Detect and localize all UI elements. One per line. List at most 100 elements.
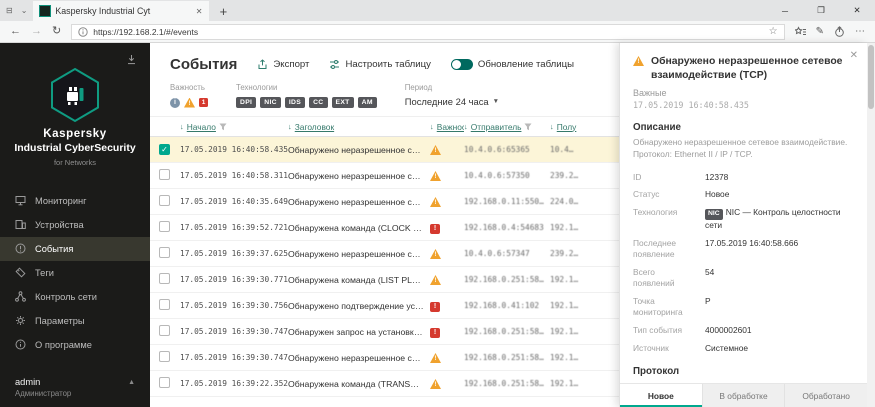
sidebar-item-события[interactable]: События bbox=[0, 236, 150, 261]
toggle-switch-icon[interactable] bbox=[450, 59, 473, 70]
warning-severity-icon[interactable]: ! bbox=[184, 97, 195, 108]
table-row[interactable]: 17.05.2019 16:39:37.625 Обнаружено неразр… bbox=[150, 241, 619, 267]
brand-block: Kaspersky Industrial CyberSecurity for N… bbox=[0, 127, 150, 167]
sidebar-item-о-программе[interactable]: О программе bbox=[0, 333, 150, 357]
event-title: Обнаружено неразрешенное сетевое взаимод… bbox=[651, 56, 843, 81]
event-receiver: 192.1… bbox=[550, 353, 579, 362]
minimize-button[interactable]: ─ bbox=[767, 0, 803, 21]
table-row[interactable]: ✓ 17.05.2019 16:40:58.435 Обнаружено нераз… bbox=[150, 137, 619, 163]
row-checkbox[interactable] bbox=[159, 221, 170, 232]
tab-preview-chevron-icon[interactable]: ⌄ bbox=[21, 6, 28, 15]
user-block[interactable]: admin ▲ Администратор bbox=[0, 370, 150, 407]
row-checkbox[interactable] bbox=[159, 247, 170, 258]
event-severity-text: Важные bbox=[633, 88, 667, 99]
sidebar-item-теги[interactable]: Теги bbox=[0, 261, 150, 285]
sidebar-item-контроль-сети[interactable]: Контроль сети bbox=[0, 285, 150, 309]
importance-filter[interactable]: i ! 1 bbox=[170, 96, 208, 109]
auto-refresh-toggle[interactable]: Обновление таблицы bbox=[450, 59, 575, 70]
filter-funnel-icon[interactable] bbox=[524, 123, 532, 131]
table-row[interactable]: 17.05.2019 16:39:22.352 Обнаружена команд… bbox=[150, 371, 619, 397]
event-receiver: 239.2… bbox=[550, 171, 579, 180]
critical-severity-icon: ! bbox=[430, 327, 440, 338]
event-severity-cell: ! bbox=[430, 144, 464, 155]
period-select[interactable]: Последние 24 часа ▼ bbox=[405, 96, 499, 107]
row-checkbox[interactable] bbox=[159, 377, 170, 388]
technology-badge-ids[interactable]: IDS bbox=[284, 97, 306, 108]
technology-badge-dpi[interactable]: DPI bbox=[236, 97, 257, 108]
warning-severity-icon: ! bbox=[430, 145, 441, 155]
close-button[interactable]: ✕ bbox=[839, 0, 875, 21]
chevron-up-icon[interactable]: ▲ bbox=[128, 379, 135, 386]
field-value: P bbox=[705, 295, 711, 306]
new-tab-button[interactable]: + bbox=[209, 1, 237, 21]
period-filter-label: Период bbox=[404, 83, 433, 92]
row-checkbox[interactable] bbox=[159, 299, 170, 310]
table-row[interactable]: 17.05.2019 16:40:35.649 Обнаружено неразр… bbox=[150, 189, 619, 215]
forward-button[interactable]: → bbox=[31, 26, 42, 37]
sidebar-item-label: Мониторинг bbox=[35, 195, 87, 206]
technology-badge-cc[interactable]: CC bbox=[309, 97, 328, 108]
status-tab-обработано[interactable]: Обработано bbox=[784, 383, 868, 407]
table-row[interactable]: 17.05.2019 16:39:52.721 Обнаружена команд… bbox=[150, 215, 619, 241]
table-row[interactable]: 17.05.2019 16:39:30.747 Обнаружено неразр… bbox=[150, 345, 619, 371]
auto-refresh-label: Обновление таблицы bbox=[477, 59, 575, 70]
technology-badge-nic[interactable]: NIC bbox=[260, 97, 281, 108]
tabs-aside-icon[interactable]: ⊟ bbox=[6, 6, 13, 15]
table-row[interactable]: 17.05.2019 16:39:30.747 Обнаружен запрос … bbox=[150, 319, 619, 345]
table-row[interactable]: 17.05.2019 16:40:58.311 Обнаружено неразр… bbox=[150, 163, 619, 189]
favorites-hub-icon[interactable] bbox=[794, 26, 806, 37]
table-row[interactable]: 17.05.2019 16:39:30.771 Обнаружена команд… bbox=[150, 267, 619, 293]
sidebar-item-устройства[interactable]: Устройства bbox=[0, 213, 150, 237]
row-checkbox[interactable] bbox=[159, 195, 170, 206]
column-receiver[interactable]: ↓ Полу bbox=[550, 122, 619, 132]
technology-badge-am[interactable]: AM bbox=[357, 97, 377, 108]
status-tab-в-обработке[interactable]: В обработке bbox=[701, 383, 785, 407]
maximize-button[interactable]: ❐ bbox=[803, 0, 839, 21]
status-tab-новое[interactable]: Новое bbox=[620, 383, 702, 407]
web-note-icon[interactable]: ✎ bbox=[816, 26, 824, 37]
download-icon[interactable] bbox=[126, 54, 137, 65]
sidebar-menu: Мониторинг Устройства События Теги Контроль … bbox=[0, 189, 150, 357]
column-title[interactable]: ↓ Заголовок bbox=[288, 122, 430, 132]
sidebar-item-мониторинг[interactable]: Мониторинг bbox=[0, 189, 150, 213]
event-sender: 192.168.0.41:102 bbox=[464, 301, 540, 310]
share-icon[interactable] bbox=[834, 26, 845, 37]
sidebar-item-label: Теги bbox=[35, 267, 54, 278]
favorite-star-icon[interactable]: ☆ bbox=[769, 26, 778, 37]
row-checkbox[interactable] bbox=[159, 273, 170, 284]
page-scrollbar[interactable] bbox=[867, 43, 875, 407]
row-checkbox[interactable]: ✓ bbox=[159, 144, 170, 155]
close-panel-icon[interactable]: ✕ bbox=[850, 50, 858, 61]
table-row[interactable]: 17.05.2019 16:39:30.756 Обнаружено подтве… bbox=[150, 293, 619, 319]
critical-severity-icon[interactable]: 1 bbox=[199, 98, 208, 107]
browser-tab[interactable]: Kaspersky Industrial Cyt ✕ bbox=[33, 1, 210, 21]
info-severity-icon[interactable]: i bbox=[170, 97, 180, 108]
refresh-button[interactable]: ↻ bbox=[52, 26, 61, 37]
sidebar-item-параметры[interactable]: Параметры bbox=[0, 309, 150, 333]
configure-table-button[interactable]: Настроить таблицу bbox=[329, 59, 431, 70]
row-checkbox[interactable] bbox=[159, 169, 170, 180]
site-info-icon[interactable] bbox=[78, 26, 88, 37]
filter-funnel-icon[interactable] bbox=[219, 123, 227, 131]
monitor-icon bbox=[15, 195, 26, 206]
export-button[interactable]: Экспорт bbox=[257, 59, 309, 70]
address-bar[interactable]: https://192.168.2.1/#/events ☆ bbox=[71, 23, 785, 40]
event-title: Обнаружена команда (TRANSFER PR… bbox=[288, 378, 430, 389]
event-sender: 192.168.0.251:58… bbox=[464, 353, 544, 362]
technology-badge-ext[interactable]: EXT bbox=[331, 97, 354, 108]
event-severity-cell: ! bbox=[430, 274, 464, 285]
tab-close-icon[interactable]: ✕ bbox=[196, 7, 203, 16]
brand-subtitle: for Networks bbox=[53, 157, 97, 167]
field-value: NIC NIC — Контроль целостности сети bbox=[705, 207, 841, 231]
column-importance[interactable]: ↓ Важность bbox=[430, 122, 464, 132]
more-options-icon[interactable]: ⋯ bbox=[855, 26, 865, 37]
scrollbar-thumb[interactable] bbox=[868, 45, 874, 109]
column-sender[interactable]: ↓ Отправитель bbox=[464, 122, 550, 132]
export-label: Экспорт bbox=[273, 59, 310, 70]
column-start[interactable]: ↓ Начало bbox=[180, 122, 288, 132]
site-favicon bbox=[39, 5, 52, 17]
row-checkbox[interactable] bbox=[159, 351, 170, 362]
back-button[interactable]: ← bbox=[10, 26, 21, 37]
row-checkbox[interactable] bbox=[159, 325, 170, 336]
network-icon bbox=[15, 291, 26, 303]
